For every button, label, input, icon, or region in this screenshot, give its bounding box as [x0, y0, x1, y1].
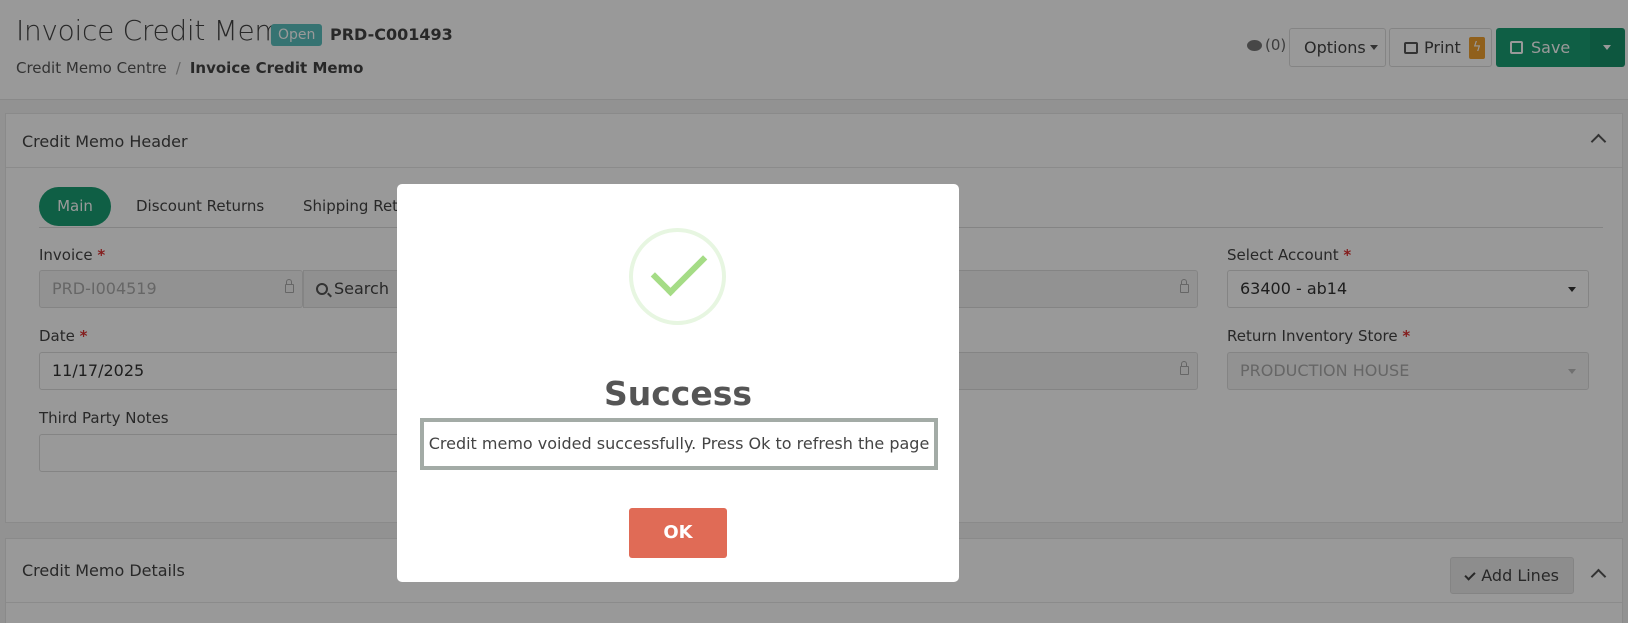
dialog-title: Success [603, 374, 753, 413]
ok-button[interactable]: OK [629, 508, 727, 558]
success-dialog: Success Credit memo voided successfully.… [397, 184, 959, 582]
dialog-message: Credit memo voided successfully. Press O… [420, 418, 938, 470]
